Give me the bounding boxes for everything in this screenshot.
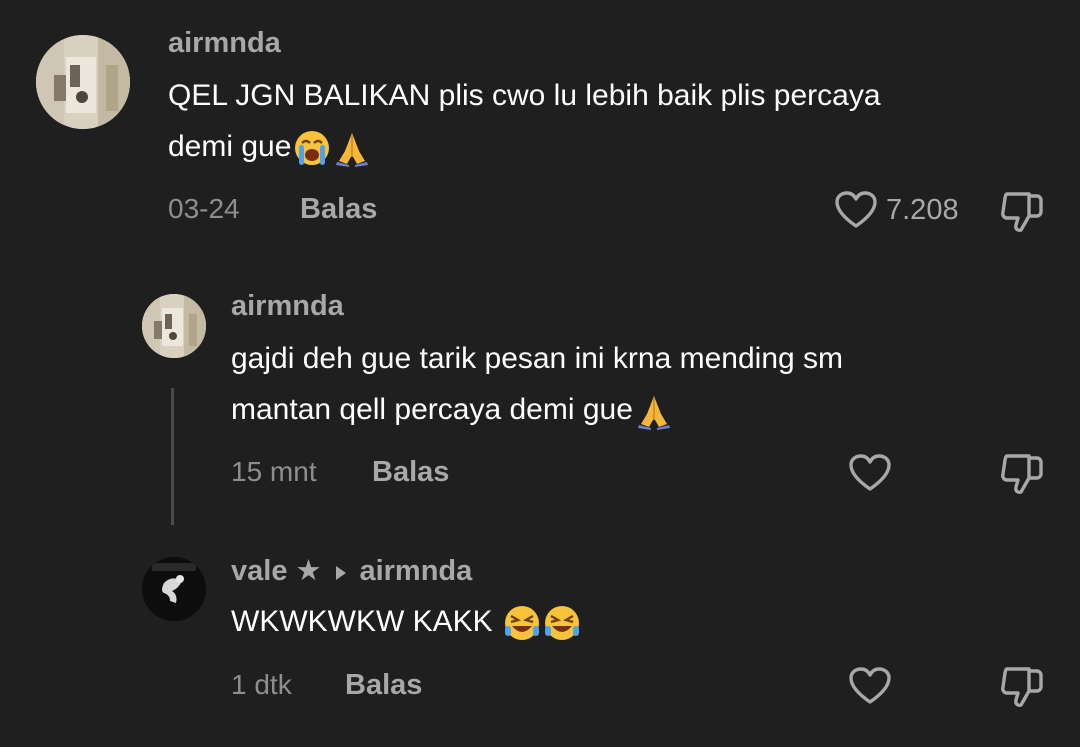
avatar[interactable] — [142, 294, 206, 358]
reply-button[interactable]: Balas — [372, 456, 449, 489]
reply-button[interactable]: Balas — [300, 193, 377, 226]
comment-timestamp: 03-24 — [168, 193, 240, 224]
comment-text: QEL JGN BALIKAN plis cwo lu lebih baik p… — [168, 70, 881, 172]
reply-username[interactable]: airmnda — [231, 290, 344, 323]
reply-username-row: vale ★ airmnda — [231, 553, 472, 589]
reply-text-line-content: WKWKWKW KAKK — [231, 605, 493, 638]
comment-text-line-content: demi gue — [168, 130, 292, 163]
reply-text-line-content: mantan qell percaya demi gue — [231, 393, 633, 426]
rolling-laughing-emoji — [503, 604, 541, 642]
reply-to-username[interactable]: airmnda — [359, 555, 472, 587]
reply-button[interactable]: Balas — [345, 669, 422, 702]
avatar[interactable] — [142, 557, 206, 621]
reply-text-line: gajdi deh gue tarik pesan ini krna mendi… — [231, 342, 844, 375]
heart-icon[interactable] — [834, 190, 878, 230]
thumbs-down-icon[interactable] — [999, 452, 1045, 496]
thumbs-down-icon[interactable] — [999, 190, 1045, 234]
like-button[interactable]: 7.208 — [834, 190, 959, 230]
avatar[interactable] — [36, 35, 130, 129]
comment-text-line: demi gue — [168, 121, 881, 172]
heart-icon[interactable] — [848, 453, 892, 493]
heart-icon[interactable] — [848, 666, 892, 706]
reply-timestamp: 15 mnt — [231, 456, 317, 487]
crying-face-emoji — [293, 129, 331, 167]
thread-connector-line — [171, 388, 174, 525]
comment-username[interactable]: airmnda — [168, 27, 281, 60]
folded-hands-emoji — [635, 392, 673, 431]
star-badge: ★ — [295, 555, 322, 587]
reply-text: WKWKWKW KAKK — [231, 596, 581, 647]
reply-to-arrow-icon — [335, 556, 347, 589]
rolling-laughing-emoji — [543, 604, 581, 642]
reply-username[interactable]: vale — [231, 555, 287, 587]
comment-text-line: QEL JGN BALIKAN plis cwo lu lebih baik p… — [168, 79, 881, 112]
reply-text-line: mantan qell percaya demi gue — [231, 384, 843, 435]
reply-timestamp: 1 dtk — [231, 669, 292, 700]
reply-text: gajdi deh gue tarik pesan ini krna mendi… — [231, 333, 843, 435]
like-count: 7.208 — [886, 193, 959, 226]
comment-thread: airmnda QEL JGN BALIKAN plis cwo lu lebi… — [0, 0, 1080, 747]
folded-hands-emoji — [333, 129, 371, 168]
thumbs-down-icon[interactable] — [999, 665, 1045, 709]
